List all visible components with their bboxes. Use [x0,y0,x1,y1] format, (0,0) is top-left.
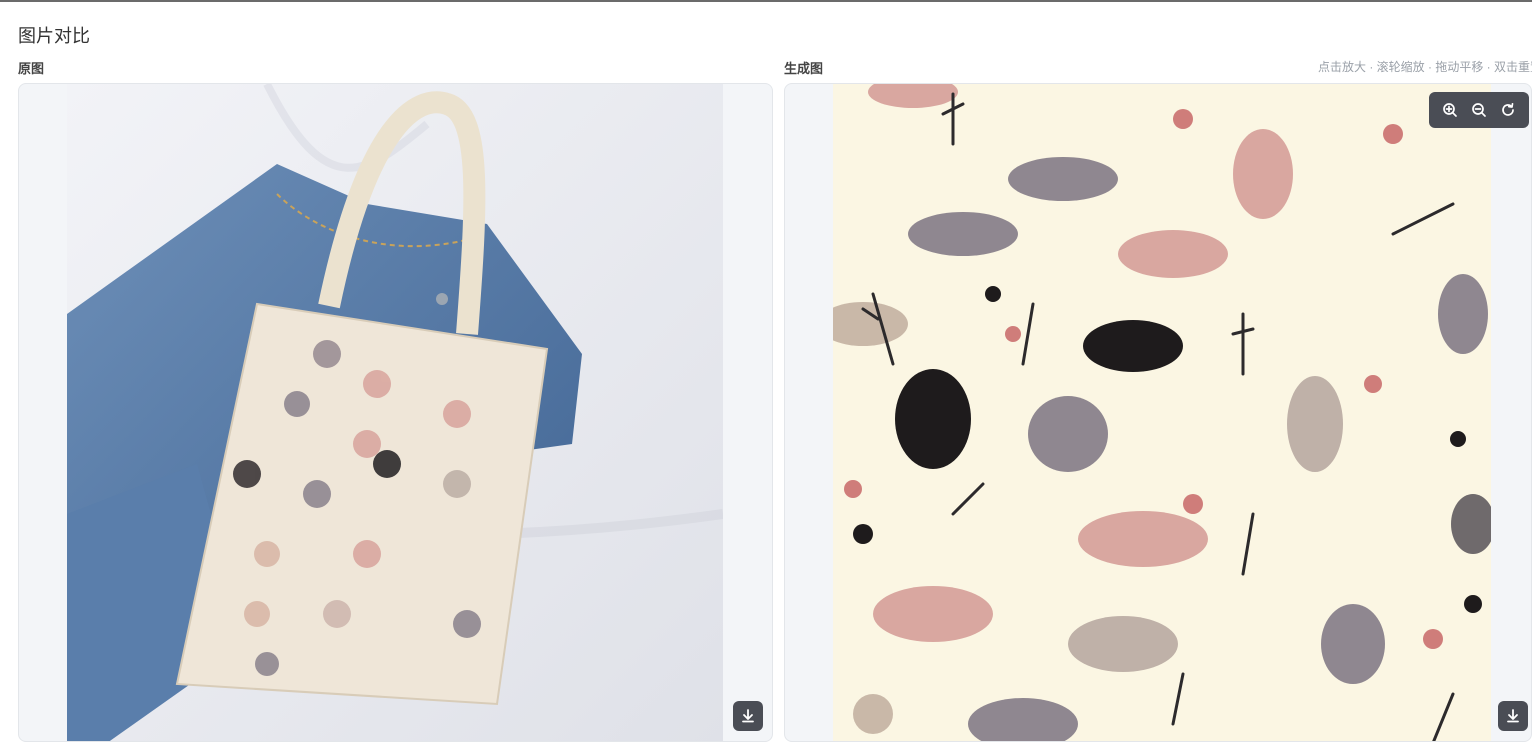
zoom-out-button[interactable] [1466,97,1492,123]
generated-image-panel[interactable] [784,83,1532,742]
interaction-hint: 点击放大 · 滚轮缩放 · 拖动平移 · 双击重置 [1318,60,1532,74]
reset-zoom-button[interactable] [1495,97,1521,123]
download-icon [740,708,756,724]
original-image-panel[interactable] [18,83,773,742]
generated-image-label: 生成图 [784,61,824,76]
generated-image[interactable] [833,84,1491,741]
tote-bag-photo [67,84,723,741]
zoom-in-icon [1442,102,1458,118]
original-image-label: 原图 [18,61,45,76]
zoom-in-button[interactable] [1437,97,1463,123]
download-original-button[interactable] [733,701,763,731]
zoom-out-icon [1471,102,1487,118]
download-generated-button[interactable] [1498,701,1528,731]
original-image[interactable] [67,84,723,741]
cat-pattern-image [833,84,1491,741]
rotate-icon [1500,102,1516,118]
top-border [0,0,1532,2]
zoom-toolbar [1429,92,1529,128]
download-icon [1505,708,1521,724]
page-title: 图片对比 [18,26,90,46]
